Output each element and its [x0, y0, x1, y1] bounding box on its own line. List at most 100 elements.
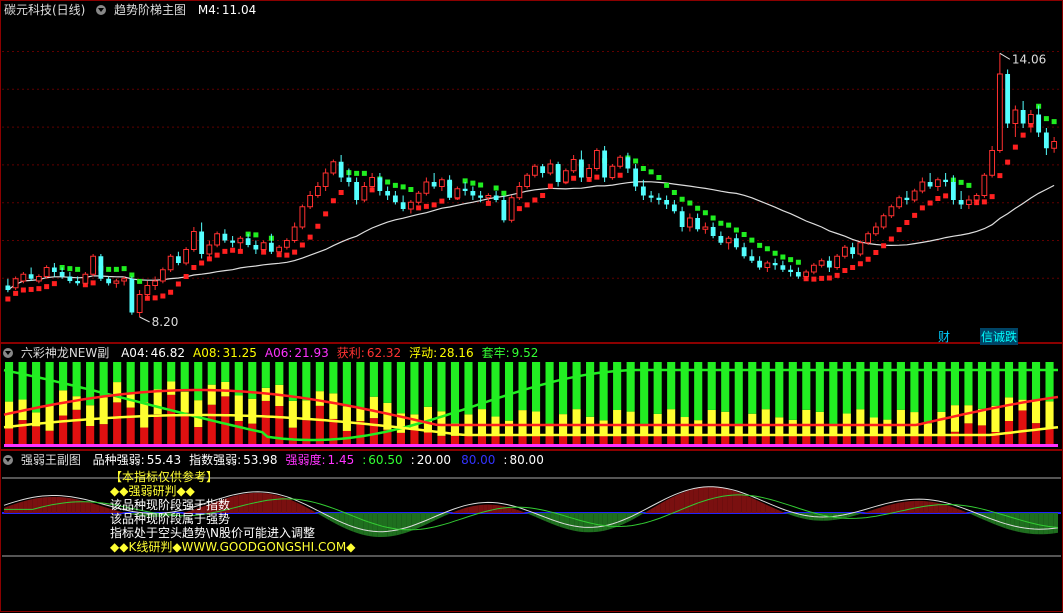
ladder-mark: [307, 234, 313, 240]
candle-body: [90, 255, 97, 275]
p3-fill-seg: [1053, 513, 1058, 534]
ladder-mark: [912, 212, 918, 218]
p3-fill-seg: [71, 498, 76, 513]
p2-bar-yellow: [775, 417, 784, 436]
p2-bar-yellow: [923, 423, 932, 435]
ladder-mark: [741, 232, 747, 237]
p3-fill-seg: [502, 505, 508, 513]
ladder-mark: [13, 290, 19, 296]
candle-body: [385, 191, 391, 196]
p2-bar-yellow: [167, 381, 176, 395]
p2-bar-yellow: [1045, 401, 1054, 428]
p3-fill-seg: [665, 498, 670, 513]
p2-bar-green: [5, 362, 14, 402]
p2-bar-yellow: [477, 409, 487, 436]
candle-body: [803, 271, 810, 277]
ladder-mark: [175, 281, 181, 287]
p2-bar-red: [248, 423, 257, 446]
panel3-values: 品种强弱: 55.43 指数强弱: 53.98 强弱度: 1.45:60.50:20.00…: [89, 453, 548, 467]
ladder-mark: [183, 274, 189, 279]
p3-fill-seg: [444, 513, 450, 516]
p3-fill-seg: [1019, 513, 1025, 534]
candle-body: [322, 172, 329, 187]
p3-fill-seg: [23, 500, 28, 513]
p2-bar-green: [113, 362, 122, 383]
p2-bar-red: [410, 429, 419, 446]
candle-body: [1043, 132, 1049, 149]
ladder-mark: [67, 266, 73, 272]
tag-fin[interactable]: 财: [938, 328, 950, 345]
p2-bar-red: [1045, 427, 1054, 446]
panel2-header: 六彩神龙NEW副 A04: 46.82 A08: 31.25 A06: 21.93 获利: 6…: [0, 344, 546, 362]
p3-fill-seg: [487, 504, 493, 513]
candle-body: [478, 195, 484, 198]
p2-bar-green: [1045, 362, 1054, 402]
panel2-name[interactable]: 六彩神龙NEW副: [21, 346, 109, 360]
candle-body: [276, 246, 283, 253]
ladder-mark: [493, 185, 499, 191]
candle-body: [330, 161, 337, 174]
p3-fill-seg: [1048, 513, 1054, 534]
p3-fill-seg: [8, 504, 14, 513]
candle-body: [826, 260, 832, 268]
indicator-notes: 【本指标仅供参考】 ◆◆强弱研判◆◆ 该品种现阶段强于指数 该品种现阶段属于强势 指标处…: [110, 470, 355, 554]
p2-bar-red: [45, 430, 54, 446]
p2-bar-green: [383, 362, 392, 403]
candle-body: [872, 226, 879, 235]
panel3-name[interactable]: 强弱王副图: [21, 453, 81, 467]
p2-bar-green: [437, 362, 446, 412]
p2-bar-green: [491, 362, 500, 417]
p2-bar-yellow: [315, 391, 324, 406]
p2-bar-green: [207, 362, 216, 385]
ladder-mark: [416, 205, 422, 211]
ladder-mark: [137, 278, 143, 284]
p3-fill-seg: [411, 513, 417, 531]
candle-body: [106, 278, 112, 284]
p3-fill-seg: [789, 513, 795, 517]
p2-bar-yellow: [991, 405, 1000, 433]
ladder-mark: [191, 265, 197, 270]
p2-bar-red: [140, 427, 149, 446]
p3-fill-seg: [1010, 513, 1015, 532]
dropdown-icon[interactable]: [96, 5, 107, 15]
p3-fill-seg: [645, 509, 651, 513]
dropdown-icon[interactable]: [3, 348, 13, 358]
p3-fill-seg: [468, 505, 474, 513]
ladder-mark: [516, 206, 522, 212]
p2-bar-yellow: [532, 411, 541, 436]
p2-bar-green: [261, 362, 270, 388]
ladder-mark: [408, 187, 414, 192]
p2-bar-green: [964, 362, 973, 406]
value-item: :20.00: [411, 453, 451, 467]
ladder-mark: [772, 250, 778, 256]
ladder-mark: [842, 268, 848, 273]
ladder-mark: [834, 272, 840, 278]
value-number: 9.52: [511, 346, 539, 360]
p3-fill-seg: [722, 488, 728, 513]
candle-body: [586, 168, 593, 178]
p3-fill-seg: [617, 513, 623, 527]
candle-body: [190, 231, 197, 250]
dropdown-icon[interactable]: [3, 455, 13, 465]
ladder-mark: [323, 211, 329, 217]
p2-bar-red: [302, 420, 311, 446]
candle-body: [741, 247, 747, 257]
main-indicator-name[interactable]: 趋势阶梯主图: [114, 3, 186, 17]
candles: [5, 53, 1058, 317]
p3-fill-seg: [650, 506, 656, 513]
tag-info[interactable]: 信诚跌: [980, 328, 1019, 345]
p3-fill-seg: [1014, 513, 1020, 533]
candle-body: [834, 255, 841, 268]
p2-bar-yellow: [356, 408, 365, 422]
ladder-mark: [679, 196, 685, 202]
p2-bar-green: [559, 362, 568, 415]
candle-body: [423, 181, 430, 194]
p3-fill-seg: [904, 501, 910, 513]
ladder-mark: [299, 242, 305, 248]
p2-bar-green: [153, 362, 162, 390]
value-label: 强弱度:: [285, 453, 326, 467]
candle-body: [648, 195, 654, 198]
candle-body: [175, 256, 181, 263]
candle-body: [1027, 114, 1034, 124]
candle-body: [725, 237, 732, 244]
